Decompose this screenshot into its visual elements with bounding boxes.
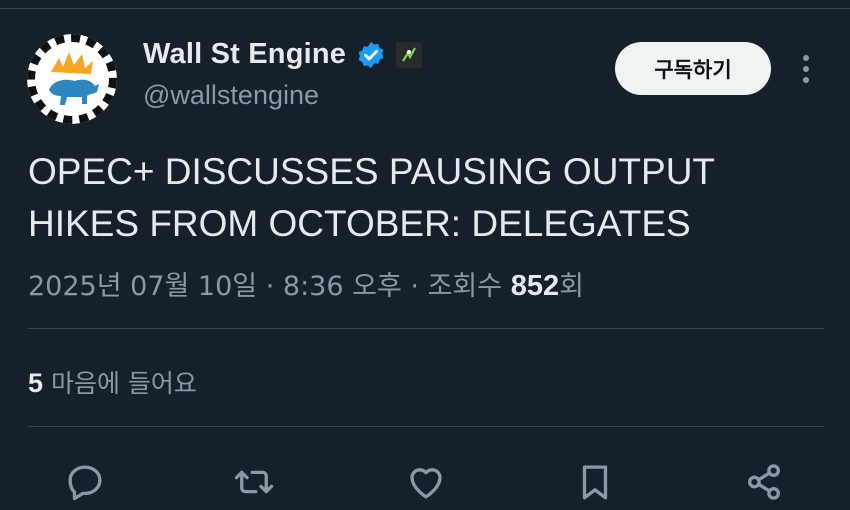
likes-summary[interactable]: 5 마음에 들어요 bbox=[28, 364, 197, 400]
reply-icon[interactable] bbox=[61, 458, 109, 506]
account-name[interactable]: Wall St Engine bbox=[143, 38, 346, 71]
likes-label: 마음에 들어요 bbox=[50, 369, 197, 398]
affiliate-logo-icon[interactable] bbox=[396, 41, 423, 68]
verified-badge-icon bbox=[356, 40, 386, 70]
subscribe-button[interactable]: 구독하기 bbox=[615, 42, 771, 95]
divider bbox=[28, 426, 824, 427]
top-divider bbox=[0, 8, 850, 9]
tweet-date[interactable]: 2025년 07월 10일 bbox=[28, 271, 257, 302]
views-count: 852 bbox=[510, 270, 560, 302]
account-handle[interactable]: @wallstengine bbox=[143, 80, 319, 111]
more-options-icon[interactable] bbox=[796, 52, 816, 86]
tweet-text: OPEC+ DISCUSSES PAUSING OUTPUT HIKES FRO… bbox=[28, 151, 715, 244]
views-suffix: 회 bbox=[559, 271, 584, 302]
tweet-meta: 2025년 07월 10일 · 8:36 오후 · 조회수 852회 bbox=[28, 264, 584, 303]
retweet-icon[interactable] bbox=[230, 458, 278, 506]
meta-separator: · bbox=[265, 271, 275, 302]
bookmark-icon[interactable] bbox=[571, 458, 619, 506]
likes-count: 5 bbox=[28, 368, 44, 398]
tweet-time[interactable]: 8:36 오후 bbox=[283, 271, 402, 302]
meta-separator: · bbox=[410, 271, 419, 302]
views-label: 조회수 bbox=[427, 271, 503, 302]
avatar[interactable] bbox=[27, 34, 117, 124]
share-icon[interactable] bbox=[740, 458, 788, 506]
like-icon[interactable] bbox=[402, 458, 450, 506]
account-name-row[interactable]: Wall St Engine bbox=[143, 38, 423, 71]
divider bbox=[28, 328, 824, 329]
